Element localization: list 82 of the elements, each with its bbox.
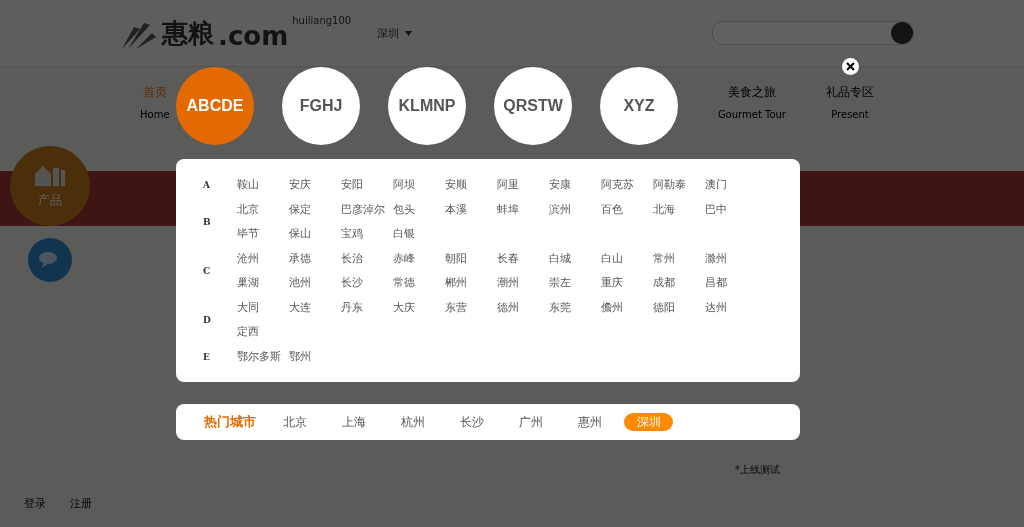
city-link[interactable]: 池州 [289, 271, 341, 296]
city-link[interactable]: 赤峰 [393, 246, 445, 271]
city-link[interactable]: 东营 [445, 295, 497, 320]
city-link[interactable]: 长春 [497, 246, 549, 271]
city-link[interactable]: 德州 [497, 295, 549, 320]
city-link[interactable]: 德阳 [653, 295, 705, 320]
city-link[interactable]: 长治 [341, 246, 393, 271]
city-link[interactable]: 安阳 [341, 173, 393, 198]
hot-cities-label: 热门城市 [204, 413, 257, 431]
city-link[interactable]: 毕节 [237, 222, 289, 247]
letter-tab[interactable]: XYZ [600, 67, 678, 145]
city-link[interactable]: 巴彦淖尔 [341, 197, 393, 222]
city-link[interactable]: 保定 [289, 197, 341, 222]
city-link[interactable]: 崇左 [549, 271, 601, 296]
city-link[interactable]: 保山 [289, 222, 341, 247]
city-link[interactable]: 潮州 [497, 271, 549, 296]
hot-city-link[interactable]: 上海 [329, 413, 378, 431]
city-link[interactable]: 白银 [393, 222, 445, 247]
city-link[interactable]: 常德 [393, 271, 445, 296]
city-link[interactable]: 鄂尔多斯 [237, 344, 289, 369]
city-link[interactable]: 沧州 [237, 246, 289, 271]
search-icon[interactable] [891, 22, 913, 44]
close-icon[interactable] [846, 62, 855, 71]
city-link[interactable]: 本溪 [445, 197, 497, 222]
letter-heading: D [202, 315, 212, 325]
hot-city-link[interactable]: 杭州 [388, 413, 437, 431]
hot-city-link[interactable]: 惠州 [565, 413, 614, 431]
city-link[interactable]: 重庆 [601, 271, 653, 296]
letter-tab[interactable]: KLMNP [388, 67, 466, 145]
city-link[interactable]: 阿勒泰 [653, 173, 705, 198]
city-link[interactable]: 安顺 [445, 173, 497, 198]
city-link[interactable]: 承德 [289, 246, 341, 271]
city-link[interactable]: 滨州 [549, 197, 601, 222]
city-link[interactable]: 阿克苏 [601, 173, 653, 198]
hot-city-link[interactable]: 长沙 [447, 413, 496, 431]
letter-heading: B [202, 217, 212, 227]
city-link[interactable]: 大同 [237, 295, 289, 320]
city-link[interactable]: 昌都 [705, 271, 757, 296]
city-link[interactable]: 鄂州 [289, 344, 341, 369]
city-link[interactable]: 滁州 [705, 246, 757, 271]
letter-tab[interactable]: FGHJ [282, 67, 360, 145]
letter-heading: A [202, 180, 211, 191]
city-link[interactable]: 达州 [705, 295, 757, 320]
city-link[interactable]: 大连 [289, 295, 341, 320]
city-link[interactable]: 白山 [601, 246, 653, 271]
letter-tab[interactable]: QRSTW [494, 67, 572, 145]
close-button[interactable] [842, 58, 859, 75]
logo-text: 惠粮 [162, 17, 214, 50]
city-link[interactable]: 安康 [549, 173, 601, 198]
logo-domain: .com [218, 21, 289, 51]
city-link[interactable]: 包头 [393, 197, 445, 222]
city-link[interactable]: 常州 [653, 246, 705, 271]
search-field[interactable] [712, 21, 914, 45]
city-link[interactable]: 大庆 [393, 295, 445, 320]
city-link[interactable]: 丹东 [341, 295, 393, 320]
city-link[interactable]: 蚌埠 [497, 197, 549, 222]
city-link[interactable]: 宝鸡 [341, 222, 393, 247]
city-link[interactable]: 北海 [653, 197, 705, 222]
city-link[interactable]: 阿里 [497, 173, 549, 198]
hot-city-link[interactable]: 北京 [270, 413, 319, 431]
city-link[interactable]: 朝阳 [445, 246, 497, 271]
city-link[interactable]: 成都 [653, 271, 705, 296]
city-link[interactable]: 鞍山 [237, 173, 289, 198]
city-link[interactable]: 定西 [237, 320, 289, 345]
city-link[interactable]: 儋州 [601, 295, 653, 320]
city-link[interactable]: 阿坝 [393, 173, 445, 198]
city-link[interactable]: 白城 [549, 246, 601, 271]
hot-city-link[interactable]: 广州 [506, 413, 555, 431]
chat-icon[interactable] [28, 238, 72, 282]
logo-subtitle: huiliang100 [292, 15, 352, 26]
city-link[interactable]: 百色 [601, 197, 653, 222]
letter-heading: C [202, 266, 212, 276]
city-link[interactable]: 巢湖 [237, 271, 289, 296]
letter-heading: E [202, 351, 211, 362]
city-link[interactable]: 北京 [237, 197, 289, 222]
city-link[interactable]: 巴中 [705, 197, 757, 222]
city-link[interactable]: 郴州 [445, 271, 497, 296]
city-link[interactable]: 安庆 [289, 173, 341, 198]
city-link[interactable]: 澳门 [705, 173, 757, 198]
city-link[interactable]: 东莞 [549, 295, 601, 320]
caret-icon[interactable] [405, 30, 413, 36]
city-link[interactable]: 长沙 [341, 271, 393, 296]
